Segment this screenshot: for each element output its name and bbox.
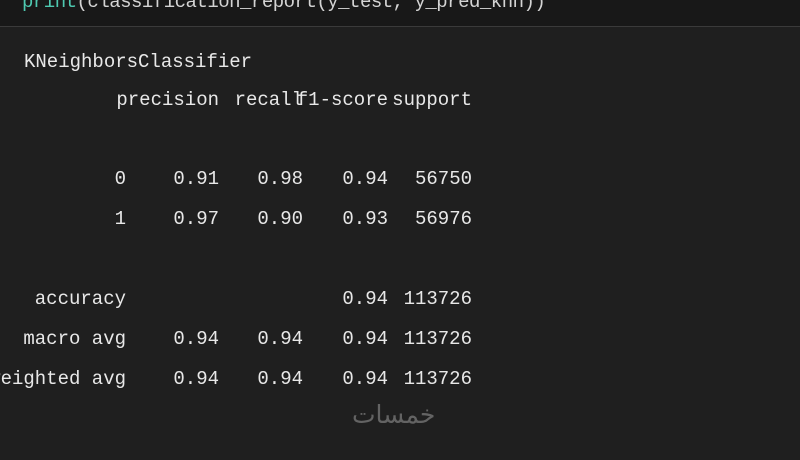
row-recall: 0.90 bbox=[257, 208, 303, 230]
header-recall: recall bbox=[234, 89, 303, 111]
row-label: 0 bbox=[114, 168, 126, 190]
report-row-class-1: 1 0.97 0.90 0.93 56976 bbox=[0, 204, 800, 234]
row-precision: 0.94 bbox=[173, 328, 219, 350]
row-support: 113726 bbox=[403, 328, 472, 350]
row-recall: 0.94 bbox=[257, 368, 303, 390]
header-support: support bbox=[392, 89, 472, 111]
row-support: 56750 bbox=[414, 168, 472, 190]
classifier-name: KNeighborsClassifier bbox=[24, 51, 253, 73]
row-label: accuracy bbox=[34, 288, 126, 310]
print-keyword: print bbox=[22, 0, 77, 13]
report-header-row: precision recall f1-score support bbox=[0, 85, 800, 115]
row-label: 1 bbox=[114, 208, 126, 230]
row-f1-score: 0.94 bbox=[342, 368, 388, 390]
report-row-macro-avg: macro avg 0.94 0.94 0.94 113726 bbox=[0, 324, 800, 354]
report-row-weighted-avg: weighted avg 0.94 0.94 0.94 113726 bbox=[0, 364, 800, 394]
code-line: print(classification_report(y_test, y_pr… bbox=[22, 0, 546, 13]
header-precision: precision bbox=[116, 89, 219, 111]
row-precision: 0.94 bbox=[173, 368, 219, 390]
row-support: 113726 bbox=[403, 368, 472, 390]
watermark-logo: خمسات bbox=[352, 400, 436, 429]
row-label: macro avg bbox=[23, 328, 126, 350]
row-precision: 0.97 bbox=[173, 208, 219, 230]
row-f1-score: 0.94 bbox=[342, 328, 388, 350]
row-support: 113726 bbox=[403, 288, 472, 310]
row-label: weighted avg bbox=[0, 368, 126, 390]
print-arguments: (classification_report(y_test, y_pred_kn… bbox=[76, 0, 546, 13]
code-cell[interactable]: print(classification_report(y_test, y_pr… bbox=[0, 0, 800, 27]
row-recall: 0.94 bbox=[257, 328, 303, 350]
row-f1-score: 0.94 bbox=[342, 168, 388, 190]
row-f1-score: 0.94 bbox=[342, 288, 388, 310]
row-precision: 0.91 bbox=[173, 168, 219, 190]
cell-output: KNeighborsClassifier precision recall f1… bbox=[0, 27, 800, 460]
report-row-accuracy: accuracy 0.94 113726 bbox=[0, 284, 800, 314]
row-f1-score: 0.93 bbox=[342, 208, 388, 230]
row-recall: 0.98 bbox=[257, 168, 303, 190]
header-f1-score: f1-score bbox=[296, 89, 388, 111]
row-support: 56976 bbox=[414, 208, 472, 230]
report-row-class-0: 0 0.91 0.98 0.94 56750 bbox=[0, 164, 800, 194]
